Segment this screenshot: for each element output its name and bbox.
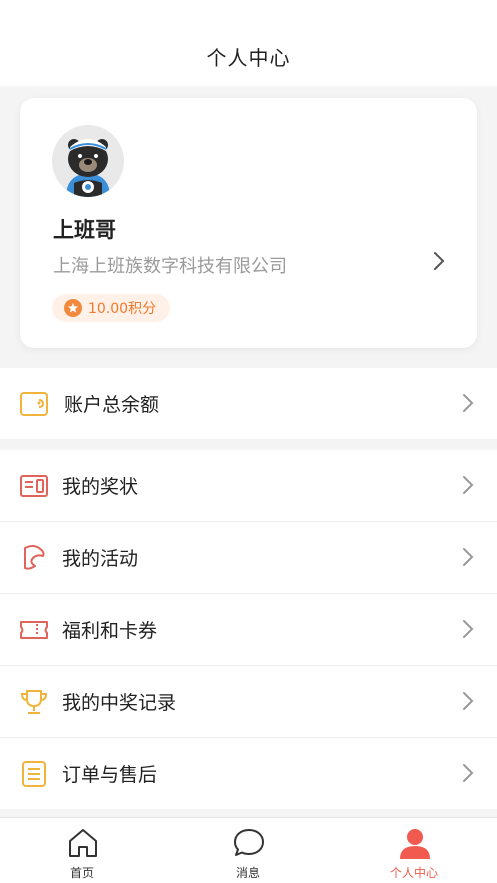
- chevron-right-icon[interactable]: [429, 249, 449, 273]
- trophy-icon: [20, 690, 48, 714]
- certificate-icon: [20, 475, 48, 497]
- ticket-icon: [20, 621, 48, 639]
- home-icon: [69, 829, 97, 857]
- user-name: 上班哥: [53, 218, 116, 242]
- bottom-tab-bar: 首页 消息 个人中心: [0, 817, 497, 883]
- tab-label: 首页: [69, 866, 94, 880]
- chevron-right-icon: [463, 692, 474, 710]
- account-balance-row[interactable]: 账户总余额: [0, 368, 497, 439]
- menu-item-orders[interactable]: 订单与售后: [0, 738, 497, 809]
- user-icon: [400, 829, 430, 859]
- top-header: 个人中心: [0, 0, 497, 86]
- chevron-right-icon: [463, 476, 474, 494]
- menu-item-prize-records[interactable]: 我的中奖记录: [0, 666, 497, 737]
- points-badge[interactable]: 10.00积分: [52, 294, 171, 322]
- tab-label: 消息: [235, 866, 260, 880]
- page-title: 个人中心: [206, 46, 291, 70]
- menu-item-label: 我的中奖记录: [62, 692, 177, 714]
- menu-item-coupons[interactable]: 福利和卡券: [0, 594, 497, 665]
- profile-card[interactable]: 上班哥 上海上班族数字科技有限公司 10.00积分: [20, 98, 477, 348]
- chevron-right-icon: [463, 764, 474, 782]
- menu-item-label: 福利和卡券: [62, 620, 158, 642]
- chevron-right-icon: [463, 620, 474, 638]
- points-value: 10.00积分: [88, 301, 157, 317]
- menu-item-certificates[interactable]: 我的奖状: [0, 450, 497, 521]
- account-balance-label: 账户总余额: [64, 394, 160, 416]
- star-coin-icon: [64, 299, 82, 317]
- chevron-right-icon: [463, 394, 474, 412]
- company-name: 上海上班族数字科技有限公司: [53, 256, 287, 277]
- tab-profile[interactable]: 个人中心: [354, 818, 474, 883]
- menu-item-label: 我的活动: [62, 548, 139, 570]
- chat-bubble-icon: [234, 829, 264, 856]
- order-list-icon: [22, 761, 46, 787]
- wallet-icon: [20, 392, 48, 416]
- flag-icon: [24, 545, 45, 570]
- menu-item-activities[interactable]: 我的活动: [0, 522, 497, 593]
- menu-item-label: 我的奖状: [62, 476, 139, 498]
- tab-messages[interactable]: 消息: [188, 818, 308, 883]
- tab-label: 个人中心: [389, 866, 438, 880]
- avatar[interactable]: [52, 125, 124, 197]
- menu-item-label: 订单与售后: [62, 764, 158, 786]
- chevron-right-icon: [463, 548, 474, 566]
- tab-home[interactable]: 首页: [22, 818, 142, 883]
